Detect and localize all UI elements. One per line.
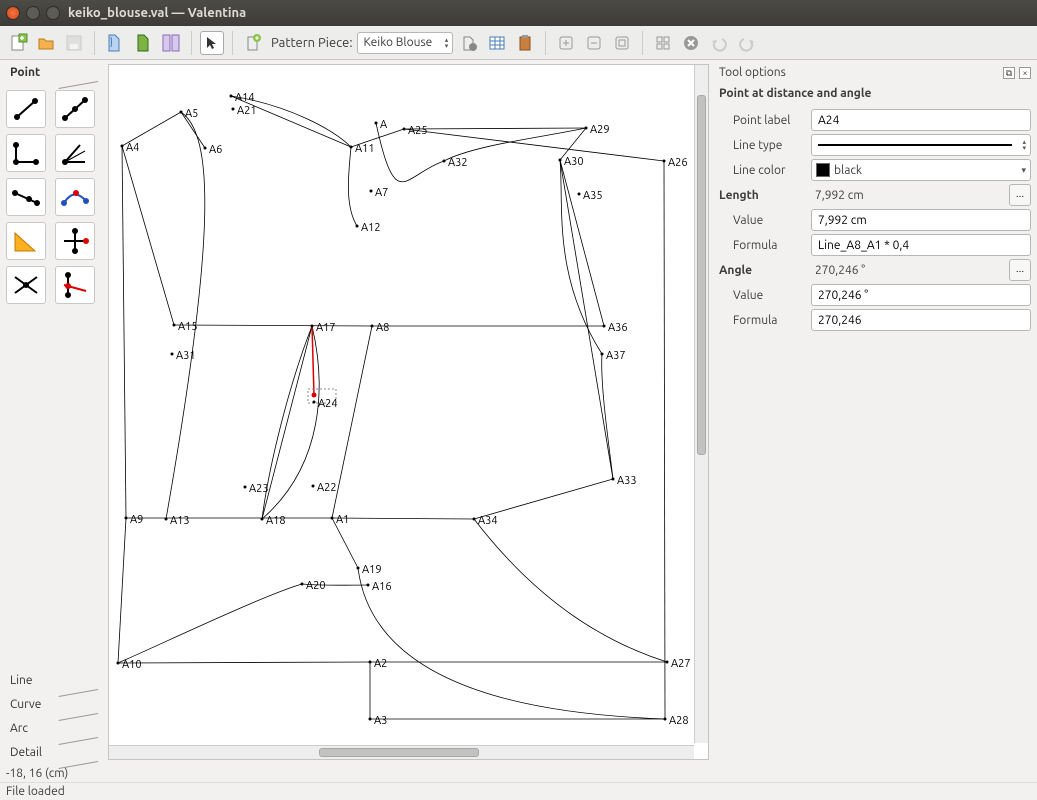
clipboard-icon[interactable]: [513, 31, 537, 55]
point-label[interactable]: A11: [355, 143, 375, 155]
point-label[interactable]: A24: [318, 398, 338, 410]
point-label[interactable]: A30: [564, 156, 584, 168]
point-label[interactable]: A18: [266, 515, 286, 527]
point-label[interactable]: A32: [448, 157, 468, 169]
point-label[interactable]: A37: [606, 350, 626, 362]
line-type-select[interactable]: [811, 134, 1031, 156]
window-title: keiko_blouse.val — Valentina: [68, 6, 246, 20]
undo-icon[interactable]: [707, 31, 731, 55]
point-label[interactable]: A27: [671, 658, 691, 670]
pattern-piece-icon[interactable]: [131, 31, 155, 55]
config-pattern-icon[interactable]: [457, 31, 481, 55]
point-label[interactable]: A34: [478, 515, 498, 527]
pointer-icon[interactable]: [200, 31, 224, 55]
status-bar: File loaded: [0, 782, 1037, 800]
main-toolbar: Pattern Piece: Keiko Blouse: [0, 26, 1037, 60]
titlebar: keiko_blouse.val — Valentina: [0, 0, 1037, 26]
point-label[interactable]: A31: [176, 350, 196, 362]
line-color-select[interactable]: black: [811, 159, 1031, 181]
tool-point-line-intersect[interactable]: [6, 266, 46, 304]
save-file-icon[interactable]: [62, 31, 86, 55]
new-file-icon[interactable]: [6, 31, 30, 55]
point-label[interactable]: A: [380, 119, 387, 131]
angle-formula-button[interactable]: ...: [1009, 259, 1031, 281]
point-label[interactable]: A12: [361, 222, 381, 234]
tool-tab-line[interactable]: Line: [0, 668, 104, 692]
point-label[interactable]: A21: [237, 105, 257, 117]
tool-point-bisector[interactable]: [55, 134, 95, 172]
table-icon[interactable]: [485, 31, 509, 55]
point-label[interactable]: A7: [375, 187, 388, 199]
tool-tab-point[interactable]: Point: [0, 60, 104, 84]
tool-tab-curve[interactable]: Curve: [0, 692, 104, 716]
point-label[interactable]: A14: [235, 92, 255, 104]
point-label[interactable]: A36: [608, 322, 628, 334]
zoom-in-icon[interactable]: [554, 31, 578, 55]
panel-undock-icon[interactable]: ⧉: [1003, 67, 1015, 79]
angle-value-input[interactable]: [811, 284, 1031, 306]
layout-icon[interactable]: [159, 31, 183, 55]
redo-icon[interactable]: [735, 31, 759, 55]
panel-close-icon[interactable]: ×: [1019, 67, 1031, 79]
pattern-draft-icon[interactable]: [103, 31, 127, 55]
zoom-fit-icon[interactable]: [610, 31, 634, 55]
pattern-piece-label: Pattern Piece:: [271, 36, 353, 50]
point-label[interactable]: A26: [668, 157, 688, 169]
point-label[interactable]: A16: [372, 581, 392, 593]
point-label[interactable]: A1: [336, 514, 349, 526]
tool-point-shoulder[interactable]: [6, 178, 46, 216]
point-label[interactable]: A9: [130, 514, 143, 526]
point-label[interactable]: A22: [317, 482, 337, 494]
window-minimize-button[interactable]: [26, 6, 40, 20]
point-label[interactable]: A17: [316, 322, 336, 334]
point-label[interactable]: A28: [669, 715, 689, 727]
point-label[interactable]: A33: [617, 475, 637, 487]
point-label[interactable]: A6: [209, 144, 222, 156]
vertical-scrollbar[interactable]: [694, 65, 708, 743]
tool-point-along-line[interactable]: [55, 90, 95, 128]
point-label[interactable]: A13: [170, 515, 190, 527]
stop-icon[interactable]: [679, 31, 703, 55]
history-icon[interactable]: [651, 31, 675, 55]
window-close-button[interactable]: [6, 6, 20, 20]
tool-point-contact[interactable]: [55, 178, 95, 216]
tool-point-height[interactable]: [55, 266, 95, 304]
tool-options-panel: Tool options ⧉ × Point at distance and an…: [713, 60, 1037, 764]
coordinates-display: -18, 16 (cm): [0, 764, 1037, 782]
tool-tab-arc[interactable]: Arc: [0, 716, 104, 740]
point-label[interactable]: A29: [590, 124, 610, 136]
length-formula-button[interactable]: ...: [1009, 184, 1031, 206]
point-label[interactable]: A10: [122, 659, 142, 671]
panel-subtitle: Point at distance and angle: [719, 85, 1031, 106]
point-label[interactable]: A25: [408, 125, 428, 137]
point-label[interactable]: A19: [362, 564, 382, 576]
tool-tab-detail[interactable]: Detail: [0, 740, 104, 764]
angle-formula-input[interactable]: [811, 309, 1031, 331]
drawing-canvas[interactable]: A A1 A2 A3 A4 A5 A6 A7 A8 A9 A10 A11 A12 A13 A14 A15 A16…: [108, 64, 709, 760]
horizontal-scrollbar[interactable]: [109, 745, 694, 759]
point-label[interactable]: A15: [178, 321, 198, 333]
open-file-icon[interactable]: [34, 31, 58, 55]
point-label[interactable]: A3: [374, 715, 387, 727]
tool-point-endline[interactable]: [6, 90, 46, 128]
length-formula-input[interactable]: [811, 234, 1031, 256]
tool-palette: Point Line Curve Arc Detail: [0, 60, 104, 764]
pattern-piece-select[interactable]: Keiko Blouse: [357, 32, 454, 54]
add-pattern-piece-icon[interactable]: [241, 31, 265, 55]
point-label[interactable]: A5: [185, 108, 198, 120]
point-label-input[interactable]: [811, 109, 1031, 131]
tool-point-intersection[interactable]: [55, 222, 95, 260]
tool-point-normal[interactable]: [6, 134, 46, 172]
point-label[interactable]: A4: [126, 142, 139, 154]
length-value-input[interactable]: [811, 209, 1031, 231]
tool-point-triangle[interactable]: [6, 222, 46, 260]
point-label[interactable]: A8: [376, 322, 389, 334]
window-maximize-button[interactable]: [46, 6, 60, 20]
point-label[interactable]: A35: [583, 190, 603, 202]
point-label[interactable]: A23: [249, 483, 269, 495]
zoom-out-icon[interactable]: [582, 31, 606, 55]
panel-title: Tool options: [719, 66, 786, 79]
point-label[interactable]: A20: [306, 580, 326, 592]
point-label[interactable]: A2: [374, 658, 387, 670]
